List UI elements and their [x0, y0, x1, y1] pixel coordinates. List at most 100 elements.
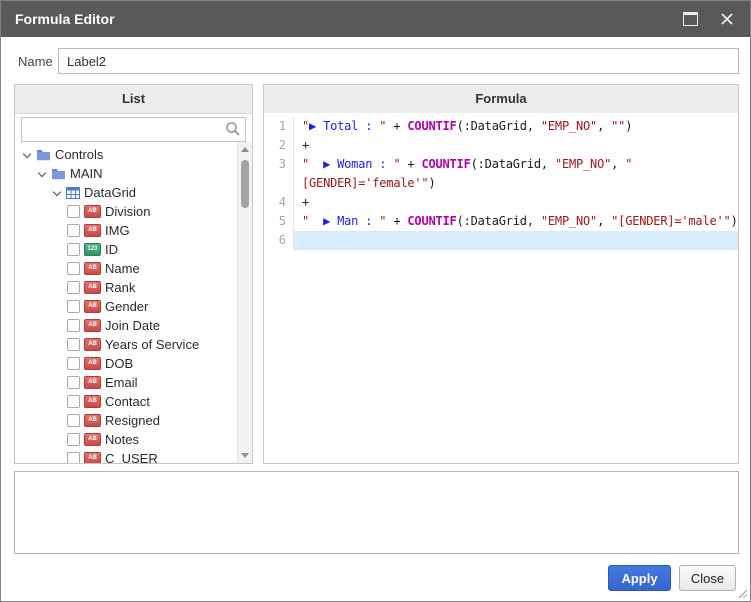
tree-item-label: Notes — [105, 432, 139, 447]
tree-item-label: Contact — [105, 394, 150, 409]
checkbox[interactable] — [67, 281, 80, 294]
code-line[interactable]: 4 + — [264, 193, 738, 212]
tree-item-label: Resigned — [105, 413, 160, 428]
checkbox[interactable] — [67, 376, 80, 389]
folder-icon — [51, 167, 66, 180]
checkbox[interactable] — [67, 338, 80, 351]
formula-panel-header: Formula — [264, 85, 738, 114]
tree-item-name[interactable]: AB Name — [15, 259, 237, 278]
checkbox[interactable] — [67, 224, 80, 237]
code-text[interactable]: "▶ Total : " + COUNTIF(:DataGrid, "EMP_N… — [294, 117, 738, 136]
close-button[interactable] — [718, 10, 736, 28]
description-box[interactable] — [14, 471, 739, 554]
tree-item-label: IMG — [105, 223, 130, 238]
text-field-icon: AB — [84, 338, 101, 351]
maximize-button[interactable] — [681, 10, 700, 28]
tree-item-label: Gender — [105, 299, 149, 314]
close-dialog-button[interactable]: Close — [679, 565, 736, 591]
tree-item-years-of-service[interactable]: AB Years of Service — [15, 335, 237, 354]
tree-item-division[interactable]: AB Division — [15, 202, 237, 221]
checkbox[interactable] — [67, 319, 80, 332]
line-number: 3 — [264, 155, 294, 174]
tree-item-label: Name — [105, 261, 140, 276]
folder-icon — [36, 148, 51, 161]
text-field-icon: AB — [84, 376, 101, 389]
search-input[interactable] — [21, 117, 246, 142]
checkbox[interactable] — [67, 414, 80, 427]
tree-item-main[interactable]: MAIN — [15, 164, 237, 183]
tree-item-img[interactable]: AB IMG — [15, 221, 237, 240]
text-field-icon: AB — [84, 452, 101, 463]
code-line[interactable]: 2 + — [264, 136, 738, 155]
checkbox[interactable] — [67, 357, 80, 370]
name-label: Name — [18, 54, 53, 69]
text-field-icon: AB — [84, 433, 101, 446]
chevron-down-icon[interactable] — [52, 188, 62, 198]
tree-item-resigned[interactable]: AB Resigned — [15, 411, 237, 430]
checkbox[interactable] — [67, 433, 80, 446]
tree-item-label: ID — [105, 242, 118, 257]
checkbox[interactable] — [67, 395, 80, 408]
apply-button[interactable]: Apply — [608, 565, 671, 591]
tree-scrollbar[interactable] — [237, 142, 252, 463]
grid-icon — [66, 186, 80, 199]
control-tree: Controls MAIN DataGrid AB Division AB IMG 123 ID… — [15, 142, 237, 463]
tree-item-notes[interactable]: AB Notes — [15, 430, 237, 449]
text-field-icon: AB — [84, 319, 101, 332]
tree-item-dob[interactable]: AB DOB — [15, 354, 237, 373]
tree-item-c-user[interactable]: AB C_USER — [15, 449, 237, 463]
code-text[interactable]: + — [294, 136, 738, 155]
line-number: 1 — [264, 117, 294, 136]
tree-item-gender[interactable]: AB Gender — [15, 297, 237, 316]
tree-item-join-date[interactable]: AB Join Date — [15, 316, 237, 335]
formula-panel: Formula 1 "▶ Total : " + COUNTIF(:DataGri… — [263, 84, 739, 464]
code-line[interactable]: 5 " ▶ Man : " + COUNTIF(:DataGrid, "EMP_N… — [264, 212, 738, 231]
code-text[interactable]: [GENDER]='female'") — [294, 174, 738, 193]
close-icon — [721, 13, 733, 25]
search-icon — [226, 122, 240, 136]
code-text[interactable]: " ▶ Woman : " + COUNTIF(:DataGrid, "EMP_… — [294, 155, 738, 174]
code-line[interactable]: [GENDER]='female'") — [264, 174, 738, 193]
code-line[interactable]: 6 — [264, 231, 738, 250]
tree-item-label: Division — [105, 204, 151, 219]
line-number — [264, 174, 294, 193]
list-panel: List Controls MAIN DataGrid AB Division AB IMG… — [14, 84, 253, 464]
titlebar: Formula Editor — [1, 1, 750, 37]
checkbox[interactable] — [67, 452, 80, 463]
name-input[interactable] — [58, 48, 739, 74]
checkbox[interactable] — [67, 205, 80, 218]
tree-item-label: Join Date — [105, 318, 160, 333]
checkbox[interactable] — [67, 243, 80, 256]
scroll-up-icon[interactable] — [241, 147, 249, 152]
tree-item-controls[interactable]: Controls — [15, 145, 237, 164]
resize-grip[interactable] — [737, 588, 747, 598]
chevron-down-icon[interactable] — [37, 169, 47, 179]
line-number: 2 — [264, 136, 294, 155]
code-text[interactable]: " ▶ Man : " + COUNTIF(:DataGrid, "EMP_NO… — [294, 212, 738, 231]
tree-item-contact[interactable]: AB Contact — [15, 392, 237, 411]
checkbox[interactable] — [67, 300, 80, 313]
tree-item-id[interactable]: 123 ID — [15, 240, 237, 259]
text-field-icon: AB — [84, 357, 101, 370]
tree-item-label: DOB — [105, 356, 134, 371]
text-field-icon: AB — [84, 205, 101, 218]
tree-item-datagrid[interactable]: DataGrid — [15, 183, 237, 202]
code-lines[interactable]: 1 "▶ Total : " + COUNTIF(:DataGrid, "EMP_… — [264, 113, 738, 463]
code-line[interactable]: 1 "▶ Total : " + COUNTIF(:DataGrid, "EMP_… — [264, 117, 738, 136]
text-field-icon: AB — [84, 224, 101, 237]
tree-item-label: Controls — [55, 147, 104, 162]
text-field-icon: AB — [84, 300, 101, 313]
tree-item-label: Email — [105, 375, 138, 390]
scroll-down-icon[interactable] — [241, 453, 249, 458]
code-text[interactable]: + — [294, 193, 738, 212]
text-field-icon: AB — [84, 414, 101, 427]
line-number: 5 — [264, 212, 294, 231]
tree-item-email[interactable]: AB Email — [15, 373, 237, 392]
chevron-down-icon[interactable] — [22, 150, 32, 160]
code-text[interactable] — [294, 231, 738, 250]
code-line[interactable]: 3 " ▶ Woman : " + COUNTIF(:DataGrid, "EMP… — [264, 155, 738, 174]
tree-item-rank[interactable]: AB Rank — [15, 278, 237, 297]
scrollbar-thumb[interactable] — [241, 160, 249, 208]
checkbox[interactable] — [67, 262, 80, 275]
dialog-title: Formula Editor — [15, 11, 115, 27]
